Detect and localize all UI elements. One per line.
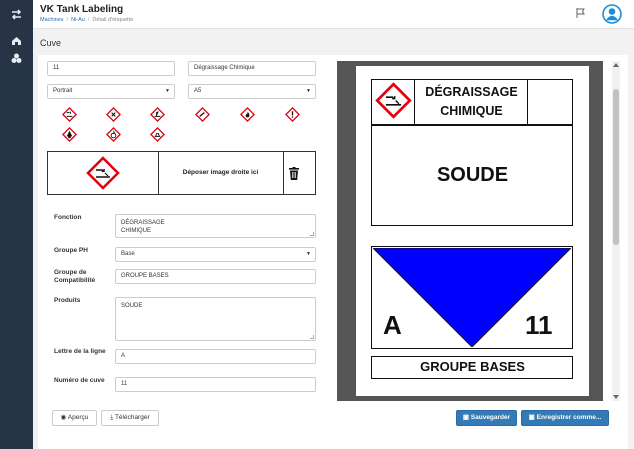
produits-textarea[interactable]: SOUDE [115,297,316,341]
eye-icon: ◉ [60,414,67,421]
numero-input[interactable]: 11 [115,377,316,392]
label-product: SOUDE [436,164,509,186]
atom-icon[interactable] [10,52,23,65]
ghs03-oxidizer-icon[interactable] [106,127,121,142]
flag-icon[interactable] [575,7,587,19]
label-number: 11 [525,310,553,340]
fonction-textarea[interactable]: DÉGRAISSAGE CHIMIQUE [115,214,316,238]
download-icon: ⤓ [110,414,114,421]
ghs05-corrosive-icon[interactable] [62,107,77,122]
tank-number-input[interactable]: 11 [47,61,175,76]
label-group-name: GROUPE BASES [420,359,525,374]
trash-icon[interactable] [289,167,299,180]
scroll-down-icon[interactable] [613,395,619,399]
label-title-text: DÉGRAISSAGE CHIMIQUE [425,85,518,118]
floppy-icon: ▣ [528,414,535,421]
groupe-ph-value: Base [121,251,135,257]
corrosive-pictogram-icon[interactable] [86,156,120,190]
download-button[interactable]: ⤓ Télécharger [101,410,159,426]
preview-button[interactable]: ◉ Aperçu [52,410,97,426]
label-right-cell [527,79,573,125]
ghs08-health-hazard-icon[interactable] [150,127,165,142]
paper-size-select[interactable]: A5 ▼ [188,84,316,99]
image-dropzone-row: Déposer image droite ici [47,151,316,195]
fonction-label: Fonction [54,214,82,221]
swap-icon[interactable] [10,8,23,21]
scrollbar-thumb[interactable] [613,89,619,245]
produits-value: SOUDE [121,303,143,309]
numero-label: Numéro de cuve [54,377,105,384]
compatibility-label: Groupe de Compatibilité [54,269,96,284]
compatibility-input[interactable]: GROUPE BASES [115,269,316,284]
lettre-input[interactable]: A [115,349,316,364]
groupe-ph-select[interactable]: Base ▼ [115,247,316,262]
save-as-button[interactable]: ▣ Enregistrer comme... [521,410,609,426]
resize-grip-icon[interactable] [310,335,314,339]
chevron-down-icon: ▼ [306,88,311,94]
sidebar [0,0,33,449]
fonction-value: DÉGRAISSAGE CHIMIQUE [121,220,165,234]
ghs07-exclamation-icon[interactable] [285,107,300,122]
ghs09-environment-icon[interactable] [150,107,165,122]
groupe-ph-label: Groupe PH [54,247,88,254]
dropzone-right-label[interactable]: Déposer image droite ici [158,152,283,194]
scroll-up-icon[interactable] [613,63,619,67]
save-button[interactable]: ▣ Sauvegarder [456,410,517,426]
floppy-icon: ▣ [462,414,469,421]
breadcrumb-ni-au[interactable]: Ni-Au [71,17,85,23]
preview-button-label: Aperçu [67,414,89,421]
chevron-down-icon: ▼ [306,251,311,257]
label-title: DÉGRAISSAGE CHIMIQUE [415,81,528,123]
preview-scrollbar[interactable] [612,61,620,401]
breadcrumb-machines[interactable]: Machines [40,17,64,23]
save-as-button-label: Enregistrer comme... [536,414,602,421]
orientation-select[interactable]: Portrait ▼ [47,84,175,99]
topbar: VK Tank Labeling Machines / Ni-Au / Détail d… [33,0,634,29]
chevron-down-icon: ▼ [165,88,170,94]
breadcrumb: Machines / Ni-Au / Détail d'étiquette [40,17,134,23]
label-title-input[interactable]: Dégraissage Chimique [188,61,316,76]
save-button-label: Sauvegarder [470,414,511,421]
user-avatar-icon[interactable] [602,4,622,24]
download-button-label: Télécharger [114,414,150,421]
orientation-value: Portrait [53,88,73,94]
ghs04-gas-cylinder-icon[interactable] [195,107,210,122]
ghs07-exclamation-icon[interactable] [106,107,121,122]
home-icon[interactable] [10,34,23,47]
lettre-label: Lettre de la ligne [54,348,106,355]
resize-grip-icon[interactable] [310,232,314,236]
page-title: Cuve [40,38,62,48]
produits-label: Produits [54,297,81,304]
dropzone-divider [283,152,284,194]
ghs02-flame-icon[interactable] [240,107,255,122]
ghs06-skull-icon[interactable] [62,127,77,142]
paper-size-value: A5 [194,88,202,94]
breadcrumb-current: Détail d'étiquette [92,17,134,23]
app-title: VK Tank Labeling [40,4,124,15]
label-corrosive-pictogram-icon [375,82,412,119]
label-letter: A [383,310,402,340]
